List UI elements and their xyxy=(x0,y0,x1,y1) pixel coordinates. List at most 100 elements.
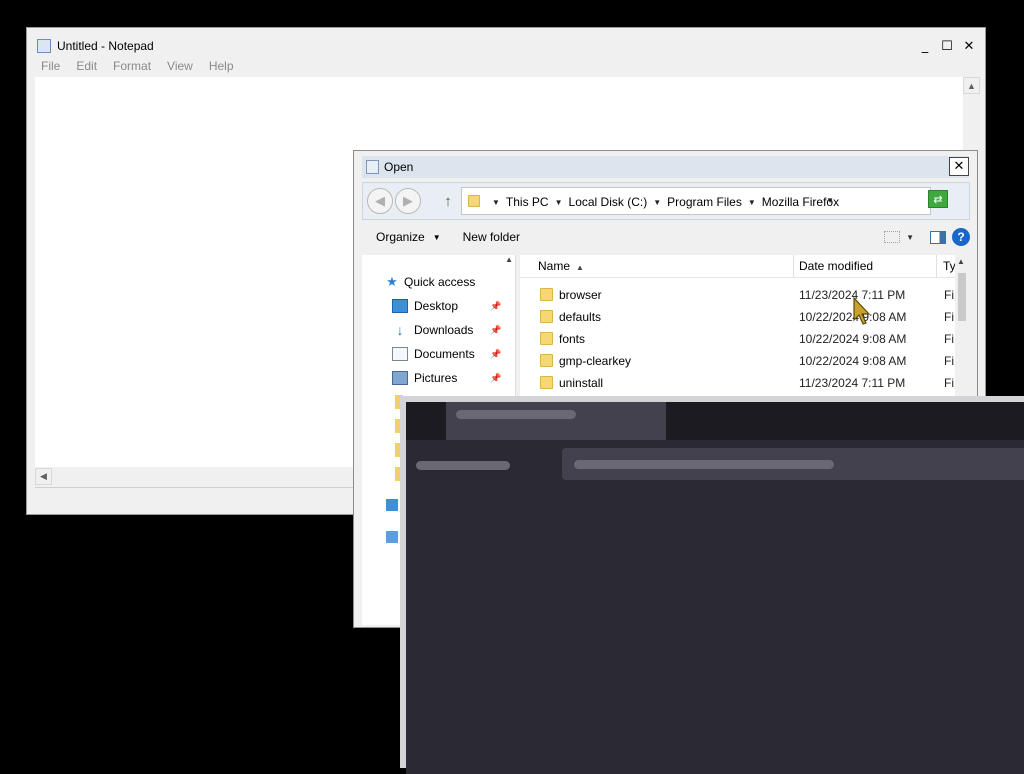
help-icon[interactable]: ? xyxy=(952,228,970,246)
address-dropdown-icon[interactable]: ▼ xyxy=(826,196,834,205)
pin-icon[interactable]: 📌 xyxy=(490,325,501,336)
nav-quick-access[interactable]: ★ Quick access xyxy=(384,271,475,293)
file-name: defaults xyxy=(559,310,602,324)
nav-label: Quick access xyxy=(404,275,476,289)
browser-window-loading xyxy=(400,396,1024,774)
menu-file[interactable]: File xyxy=(33,59,68,73)
nav-label: Documents xyxy=(414,347,475,361)
forward-icon[interactable]: ▶ xyxy=(395,188,421,214)
file-type: Fi xyxy=(944,310,954,324)
notepad-title: Untitled - Notepad xyxy=(57,39,154,53)
menu-help[interactable]: Help xyxy=(201,59,242,73)
pin-icon[interactable]: 📌 xyxy=(490,301,501,312)
preview-pane-icon[interactable] xyxy=(930,230,946,244)
chevron-down-icon[interactable]: ▼ xyxy=(653,198,661,207)
breadcrumb-this-pc[interactable]: This PC xyxy=(506,195,549,209)
column-name-label: Name xyxy=(538,259,571,273)
folder-icon xyxy=(540,288,553,301)
browser-content-area[interactable] xyxy=(406,512,1024,774)
pin-icon[interactable]: 📌 xyxy=(490,349,501,360)
file-name: uninstall xyxy=(559,376,604,390)
chevron-down-icon: ▼ xyxy=(432,232,441,242)
column-date-modified[interactable]: Date modified xyxy=(799,259,873,273)
desktop-icon xyxy=(392,299,408,313)
nav-documents[interactable]: Documents xyxy=(392,343,475,365)
menu-format[interactable]: Format xyxy=(105,59,159,73)
menu-edit[interactable]: Edit xyxy=(68,59,105,73)
change-view-icon[interactable] xyxy=(884,231,901,243)
folder-icon xyxy=(468,195,480,207)
folder-icon xyxy=(540,354,553,367)
url-bar[interactable] xyxy=(562,448,1024,480)
column-divider[interactable] xyxy=(936,255,937,277)
column-type[interactable]: Ty xyxy=(943,259,955,273)
mouse-cursor-icon xyxy=(853,296,871,325)
chevron-down-icon[interactable]: ▼ xyxy=(906,233,914,242)
scroll-up-icon[interactable]: ▲ xyxy=(963,77,980,94)
scroll-up-icon[interactable]: ▲ xyxy=(957,257,965,266)
nav-pictures[interactable]: Pictures xyxy=(392,367,457,389)
nav-label: Desktop xyxy=(414,299,459,313)
documents-icon xyxy=(392,347,408,361)
chevron-down-icon[interactable]: ▼ xyxy=(492,198,500,207)
new-folder-button[interactable]: New folder xyxy=(463,230,520,244)
file-type: Fi xyxy=(944,376,954,390)
dialog-icon xyxy=(366,160,379,174)
window-controls: _ ☐ ✕ xyxy=(915,37,979,55)
file-date: 10/22/2024 9:08 AM xyxy=(799,354,907,368)
breadcrumb: ▼ This PC ▼ Local Disk (C:) ▼ Program Fi… xyxy=(486,195,839,209)
this-pc-icon[interactable] xyxy=(386,499,398,511)
back-icon[interactable]: ◀ xyxy=(367,188,393,214)
sort-ascending-icon: ▲ xyxy=(576,263,584,272)
breadcrumb-program-files[interactable]: Program Files xyxy=(667,195,742,209)
up-arrow-icon[interactable]: ↑ xyxy=(439,191,457,211)
file-type: Fi xyxy=(944,288,954,302)
close-button[interactable]: ✕ xyxy=(959,37,979,55)
maximize-button[interactable]: ☐ xyxy=(937,37,957,55)
nav-label: Downloads xyxy=(414,323,474,337)
column-name[interactable]: Name ▲ xyxy=(538,259,584,273)
file-row[interactable]: browser 11/23/2024 7:11 PM Fi xyxy=(520,284,955,306)
file-row[interactable]: uninstall 11/23/2024 7:11 PM Fi xyxy=(520,372,955,394)
notepad-titlebar[interactable]: Untitled - Notepad _ ☐ ✕ xyxy=(33,35,979,57)
view-controls: ▼ ? xyxy=(884,228,970,246)
file-name: browser xyxy=(559,288,602,302)
column-divider[interactable] xyxy=(793,255,794,277)
notepad-horizontal-scrollbar[interactable]: ◀ xyxy=(35,468,365,485)
scroll-left-icon[interactable]: ◀ xyxy=(35,468,52,485)
file-row[interactable]: fonts 10/22/2024 9:08 AM Fi xyxy=(520,328,955,350)
notepad-menubar: File Edit Format View Help xyxy=(33,57,979,75)
file-list-header: Name ▲ Date modified Ty xyxy=(520,255,955,278)
chevron-down-icon[interactable]: ▼ xyxy=(555,198,563,207)
file-row[interactable]: defaults 10/22/2024 9:08 AM Fi xyxy=(520,306,955,328)
browser-tab[interactable] xyxy=(446,402,666,440)
star-icon: ★ xyxy=(386,274,398,289)
address-bar[interactable]: ▼ This PC ▼ Local Disk (C:) ▼ Program Fi… xyxy=(461,187,931,215)
organize-button[interactable]: Organize ▼ xyxy=(376,230,441,244)
toolbar-placeholder xyxy=(416,461,510,470)
menu-view[interactable]: View xyxy=(159,59,201,73)
file-row[interactable]: gmp-clearkey 10/22/2024 9:08 AM Fi xyxy=(520,350,955,372)
breadcrumb-local-disk[interactable]: Local Disk (C:) xyxy=(569,195,648,209)
folder-icon xyxy=(540,332,553,345)
nav-desktop[interactable]: Desktop xyxy=(392,295,458,317)
folder-icon xyxy=(540,376,553,389)
nav-downloads[interactable]: ↓ Downloads xyxy=(392,319,474,341)
file-type: Fi xyxy=(944,354,954,368)
scroll-up-icon[interactable]: ▲ xyxy=(505,255,513,264)
scrollbar-thumb[interactable] xyxy=(958,273,966,321)
notepad-icon xyxy=(37,39,51,53)
command-bar: Organize ▼ New folder ▼ ? xyxy=(362,223,970,251)
refresh-icon[interactable]: ⇄ xyxy=(928,190,948,208)
pictures-icon xyxy=(392,371,408,385)
file-name: fonts xyxy=(559,332,586,346)
network-icon[interactable] xyxy=(386,531,398,543)
tab-title-placeholder xyxy=(456,410,576,419)
organize-label: Organize xyxy=(376,230,425,244)
dialog-titlebar[interactable]: Open ✕ xyxy=(362,156,969,178)
dialog-close-button[interactable]: ✕ xyxy=(949,157,969,176)
minimize-button[interactable]: _ xyxy=(915,37,935,55)
nav-label: Pictures xyxy=(414,371,458,385)
chevron-down-icon[interactable]: ▼ xyxy=(748,198,756,207)
pin-icon[interactable]: 📌 xyxy=(490,373,501,384)
